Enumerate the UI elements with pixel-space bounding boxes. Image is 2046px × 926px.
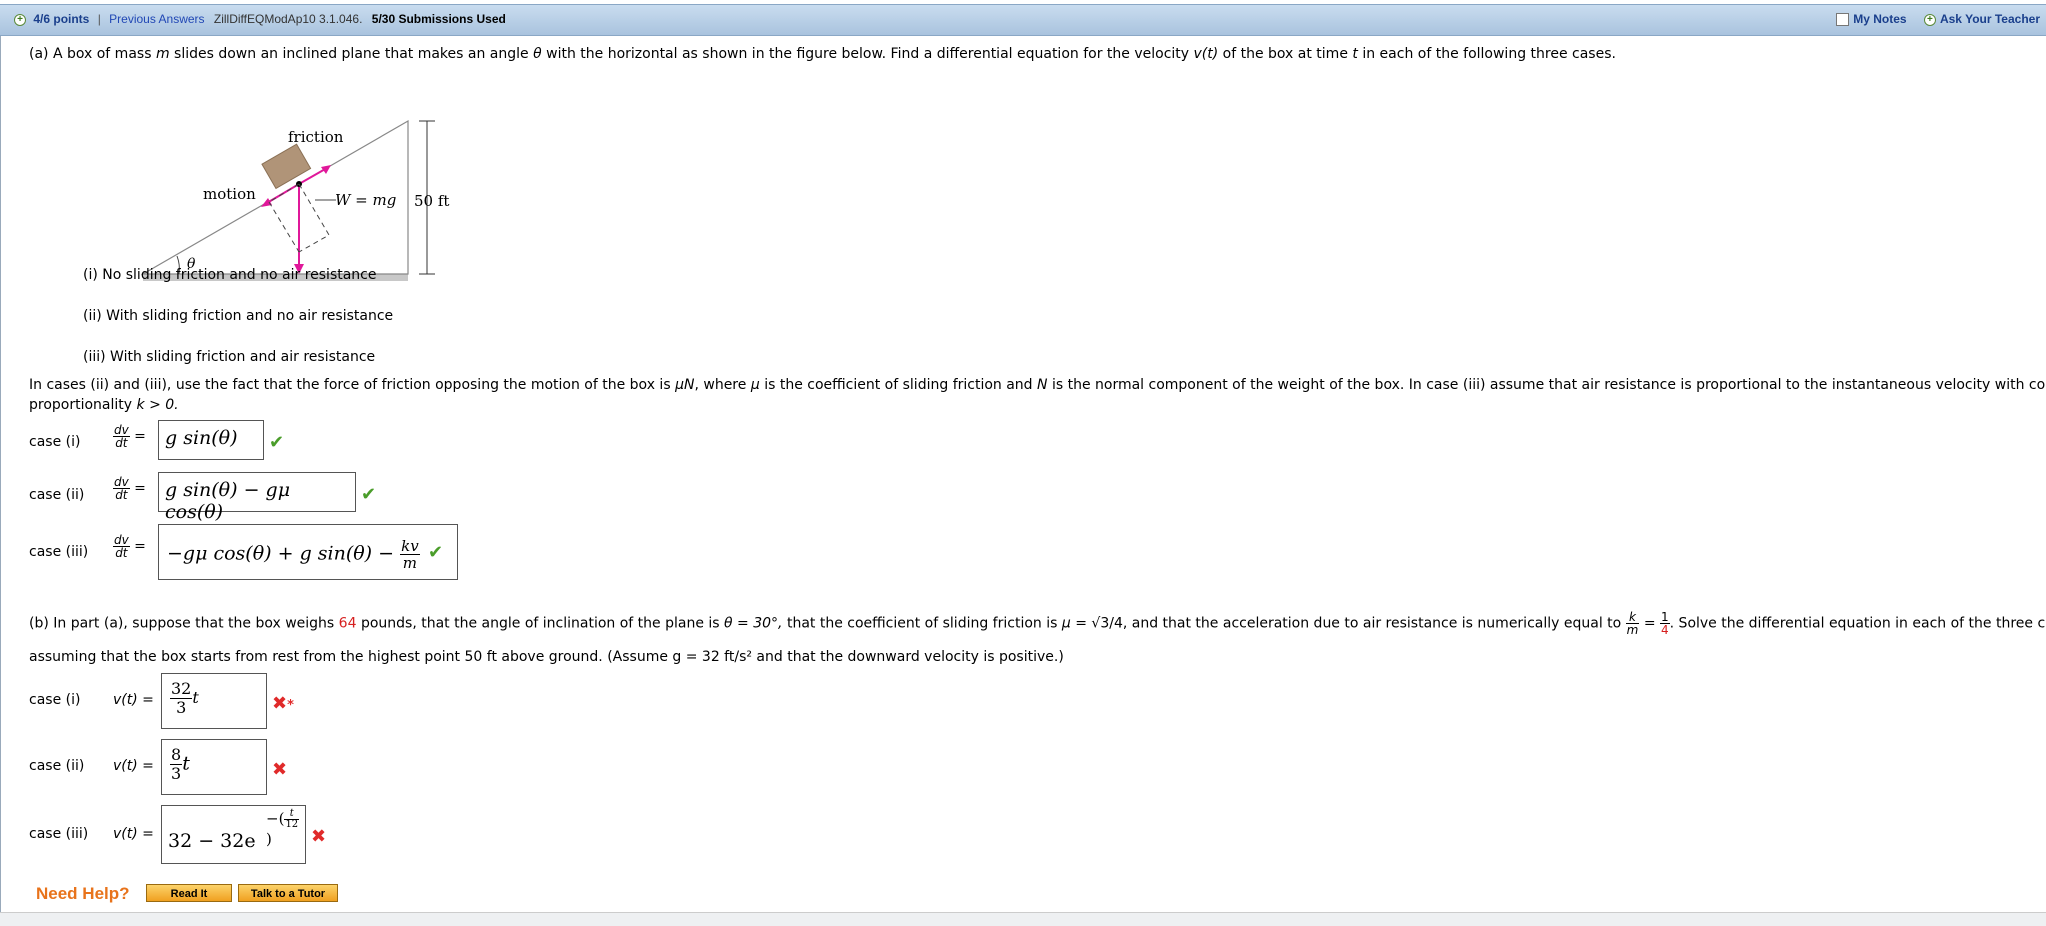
answer-b-case-ii[interactable]: 83t bbox=[161, 739, 267, 795]
v-of-t-label: v(t) = bbox=[113, 758, 154, 774]
force-components bbox=[298, 183, 330, 253]
answer-b-case-iii[interactable]: 32 − 32e −(t 12) bbox=[161, 805, 306, 864]
case-ii-description: (ii) With sliding friction and no air re… bbox=[83, 308, 394, 324]
correct-check-icon: ✔ bbox=[361, 484, 377, 505]
case-i-label: case (i) bbox=[29, 434, 81, 450]
height-label: 50 ft bbox=[414, 192, 449, 210]
separator: | bbox=[97, 12, 101, 26]
correct-check-icon: ✔ bbox=[428, 542, 444, 563]
read-it-button[interactable]: Read It bbox=[146, 884, 232, 902]
problem-code: ZillDiffEQModAp10 3.1.046. bbox=[213, 12, 363, 26]
inclined-plane-figure: θ 50 ft friction motion W = mg bbox=[140, 119, 449, 281]
case-ii-label: case (ii) bbox=[29, 758, 85, 774]
weight-label: W = mg bbox=[335, 191, 396, 209]
header-left: + 4/6 points | Previous Answers ZillDiff… bbox=[14, 12, 506, 26]
bottom-bar bbox=[0, 912, 2046, 926]
incorrect-x-icon: ✖ bbox=[272, 759, 288, 780]
v-of-t-label: v(t) = bbox=[113, 692, 154, 708]
answer-case-i[interactable]: g sin(θ) bbox=[158, 420, 264, 460]
case-iii-label: case (iii) bbox=[29, 544, 89, 560]
incorrect-x-icon: ✖ bbox=[311, 826, 327, 847]
my-notes-link[interactable]: My Notes bbox=[1853, 12, 1906, 26]
answer-case-ii[interactable]: g sin(θ) − gμ cos(θ) bbox=[158, 472, 356, 523]
question-content: (a) A box of mass m slides down an incli… bbox=[0, 36, 2046, 916]
ask-teacher-link[interactable]: Ask Your Teacher bbox=[1940, 12, 2040, 26]
incorrect-x-icon: ✖* bbox=[272, 693, 294, 714]
question-header-bar: + 4/6 points | Previous Answers ZillDiff… bbox=[0, 4, 2046, 36]
ask-teacher-icon[interactable]: + bbox=[1923, 13, 1936, 26]
dv-dt-fraction: dv dt = bbox=[113, 423, 146, 450]
need-help-label: Need Help? bbox=[36, 884, 130, 903]
part-b-assumption: assuming that the box starts from rest f… bbox=[29, 649, 1064, 665]
answer-b-case-i[interactable]: 32 3 t bbox=[161, 673, 267, 729]
case-ii-label: case (ii) bbox=[29, 487, 85, 503]
correct-check-icon: ✔ bbox=[269, 432, 285, 453]
dv-dt-fraction: dv dt = bbox=[113, 475, 146, 502]
friction-label: friction bbox=[288, 128, 344, 146]
friction-note: In cases (ii) and (iii), use the fact th… bbox=[29, 377, 2046, 393]
dv-dt-fraction: dv dt = bbox=[113, 533, 146, 560]
previous-answers-link[interactable]: Previous Answers bbox=[109, 12, 204, 26]
notes-checkbox-icon[interactable] bbox=[1836, 13, 1850, 27]
part-b-intro: (b) In part (a), suppose that the box we… bbox=[29, 610, 2046, 637]
motion-label: motion bbox=[203, 185, 256, 203]
case-iii-label: case (iii) bbox=[29, 826, 89, 842]
case-i-label: case (i) bbox=[29, 692, 81, 708]
points-label: 4/6 points bbox=[33, 12, 90, 26]
header-right: My Notes + Ask Your Teacher bbox=[1836, 12, 2040, 27]
answer-case-iii[interactable]: −gμ cos(θ) + g sin(θ) − kv m bbox=[158, 524, 458, 580]
expand-icon[interactable]: + bbox=[14, 13, 26, 26]
case-i-description: (i) No sliding friction and no air resis… bbox=[83, 267, 377, 283]
talk-to-tutor-button[interactable]: Talk to a Tutor bbox=[238, 884, 338, 902]
friction-note-line2: proportionality k > 0. bbox=[29, 397, 179, 413]
case-iii-description: (iii) With sliding friction and air resi… bbox=[83, 349, 376, 365]
v-of-t-label: v(t) = bbox=[113, 826, 154, 842]
submissions-used: 5/30 Submissions Used bbox=[371, 12, 506, 26]
part-a-intro: (a) A box of mass m slides down an incli… bbox=[29, 46, 1616, 62]
